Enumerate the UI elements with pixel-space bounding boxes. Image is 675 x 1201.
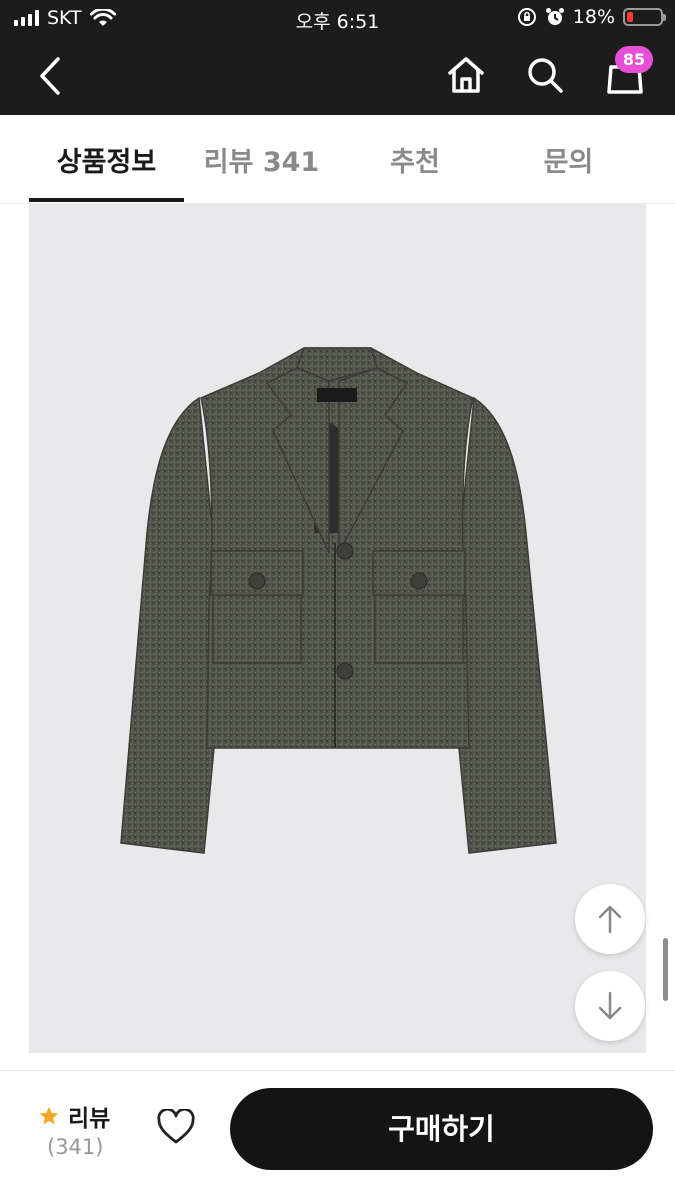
page-scrollbar[interactable] — [663, 938, 668, 1001]
home-icon[interactable] — [446, 55, 486, 95]
jacket-illustration — [120, 347, 557, 854]
buy-button[interactable]: 구매하기 — [230, 1088, 653, 1170]
search-icon[interactable] — [525, 55, 565, 95]
tab-inquiry[interactable]: 문의 — [491, 115, 646, 203]
chevron-left-icon[interactable] — [36, 56, 64, 96]
orientation-lock-icon — [517, 8, 536, 26]
status-bar: SKT 오후 6:51 18% — [0, 0, 675, 38]
scroll-down-button[interactable] — [575, 971, 645, 1041]
status-right: 18% — [517, 6, 666, 28]
alarm-icon — [545, 8, 564, 25]
battery-icon — [623, 8, 666, 26]
review-count: (341) — [47, 1135, 104, 1159]
active-tab-indicator — [29, 198, 184, 202]
tab-recommend[interactable]: 추천 — [339, 115, 491, 203]
product-image[interactable] — [29, 203, 646, 1053]
product-tabs: 상품정보 리뷰 341 추천 문의 — [0, 115, 675, 204]
tab-reviews[interactable]: 리뷰 341 — [184, 115, 339, 203]
cart-count-badge: 85 — [615, 46, 653, 73]
review-label: 리뷰 — [68, 1106, 111, 1132]
review-summary[interactable]: 리뷰 — [38, 1099, 110, 1133]
arrow-down-icon — [598, 991, 622, 1020]
heart-icon[interactable] — [156, 1109, 196, 1145]
bottom-action-bar: 리뷰 (341) 구매하기 — [0, 1070, 675, 1201]
scroll-up-button[interactable] — [575, 884, 645, 954]
tab-product-info[interactable]: 상품정보 — [29, 115, 184, 203]
top-bar: SKT 오후 6:51 18% 85 — [0, 0, 675, 115]
battery-percent: 18% — [572, 6, 615, 28]
nav-bar: 85 — [0, 38, 675, 115]
star-icon — [39, 1106, 59, 1125]
arrow-up-icon — [598, 905, 622, 934]
